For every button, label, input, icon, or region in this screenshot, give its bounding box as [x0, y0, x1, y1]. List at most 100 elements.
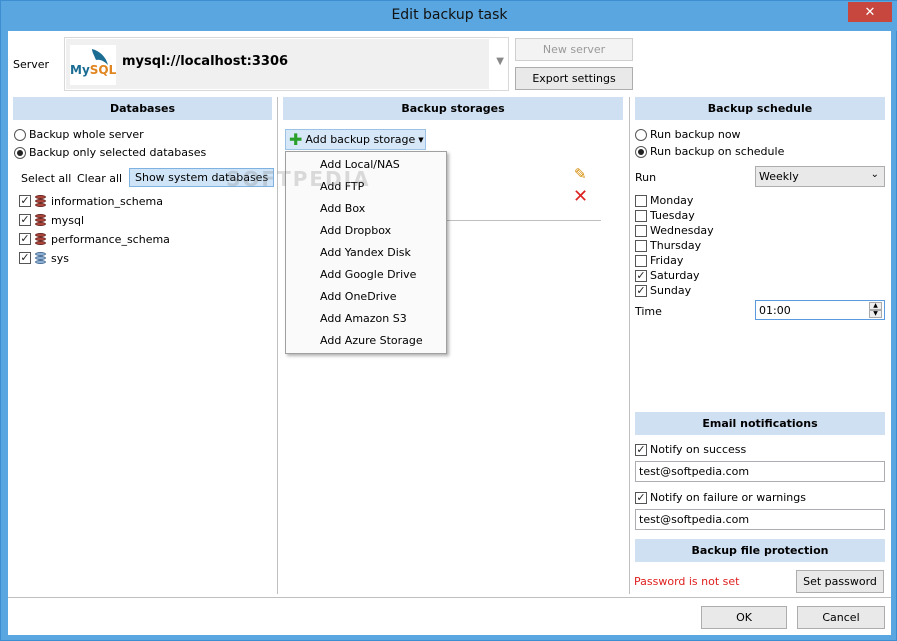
export-settings-button[interactable]: Export settings	[515, 67, 633, 90]
database-icon	[34, 232, 48, 246]
radio-unchecked-icon[interactable]	[14, 128, 26, 141]
day-wednesday[interactable]: Wednesday	[635, 224, 714, 237]
option-label: Run backup on schedule	[650, 145, 785, 158]
checkbox-unchecked-icon[interactable]	[635, 254, 647, 267]
divider	[277, 97, 278, 594]
success-email-field[interactable]: test@softpedia.com	[635, 461, 885, 482]
checkbox-checked-icon[interactable]: ✓	[635, 491, 647, 504]
menu-item-google-drive[interactable]: Add Google Drive	[320, 268, 416, 281]
day-saturday[interactable]: ✓ Saturday	[635, 269, 700, 282]
edit-backup-task-window: Edit backup task ✕ Server MySQL mysql://…	[0, 0, 897, 641]
backup-storages-header: Backup storages	[283, 97, 623, 120]
run-backup-now-option[interactable]: Run backup now	[635, 128, 741, 141]
backup-schedule-header: Backup schedule	[635, 97, 885, 120]
spin-down-icon[interactable]: ▼	[869, 310, 882, 318]
failure-email-value: test@softpedia.com	[639, 513, 750, 526]
day-tuesday[interactable]: Tuesday	[635, 209, 695, 222]
show-system-databases-button[interactable]: Show system databases	[129, 168, 275, 187]
day-sunday[interactable]: ✓ Sunday	[635, 284, 691, 297]
time-input[interactable]: 01:00 ▲ ▼	[755, 300, 885, 320]
checkbox-unchecked-icon[interactable]	[635, 194, 647, 207]
password-status: Password is not set	[634, 575, 740, 588]
database-name: mysql	[51, 213, 84, 227]
title-bar[interactable]: Edit backup task ✕	[1, 1, 897, 31]
window-title: Edit backup task	[391, 7, 508, 23]
set-password-button[interactable]: Set password	[796, 570, 884, 593]
radio-checked-icon[interactable]	[14, 146, 26, 159]
cancel-button[interactable]: Cancel	[797, 606, 885, 629]
option-label: Backup only selected databases	[29, 146, 207, 159]
notify-on-success-checkbox[interactable]: ✓ Notify on success	[635, 443, 746, 456]
menu-item-yandex-disk[interactable]: Add Yandex Disk	[320, 246, 411, 259]
plus-icon: ✚	[289, 129, 303, 149]
checkbox-unchecked-icon[interactable]	[635, 224, 647, 237]
day-label: Monday	[650, 194, 694, 207]
run-label: Run	[635, 171, 657, 184]
day-monday[interactable]: Monday	[635, 194, 693, 207]
menu-item-azure-storage[interactable]: Add Azure Storage	[320, 334, 423, 347]
add-backup-storage-button[interactable]: ✚ Add backup storage ▼	[285, 129, 426, 150]
checkbox-checked-icon[interactable]: ✓	[19, 214, 31, 226]
run-frequency-value: Weekly	[759, 170, 799, 183]
run-backup-on-schedule-option[interactable]: Run backup on schedule	[635, 145, 784, 158]
backup-selected-databases-option[interactable]: Backup only selected databases	[14, 146, 206, 159]
database-name: information_schema	[51, 194, 163, 208]
day-label: Tuesday	[650, 209, 695, 222]
radio-unchecked-icon[interactable]	[635, 128, 647, 141]
database-item[interactable]: ✓ mysql	[19, 213, 84, 227]
chevron-down-icon: ⌄	[870, 169, 879, 180]
ok-button[interactable]: OK	[701, 606, 787, 629]
day-label: Saturday	[650, 269, 700, 282]
server-selector[interactable]: MySQL mysql://localhost:3306 ▼	[64, 37, 509, 91]
day-friday[interactable]: Friday	[635, 254, 683, 267]
time-spinner[interactable]: ▲ ▼	[869, 302, 882, 318]
clear-all-button[interactable]: Clear all	[77, 172, 122, 185]
option-label: Backup whole server	[29, 128, 144, 141]
delete-x-icon[interactable]: ✕	[573, 186, 588, 207]
database-icon	[34, 251, 48, 265]
checkbox-unchecked-icon[interactable]	[635, 209, 647, 222]
run-frequency-select[interactable]: Weekly ⌄	[755, 166, 885, 187]
dropdown-arrow-icon: ▼	[418, 135, 424, 144]
database-item[interactable]: ✓ performance_schema	[19, 232, 170, 246]
logo-my-text: My	[70, 63, 90, 77]
checkbox-label: Notify on failure or warnings	[650, 491, 806, 504]
failure-email-field[interactable]: test@softpedia.com	[635, 509, 885, 530]
checkbox-checked-icon[interactable]: ✓	[19, 252, 31, 264]
edit-pencil-icon[interactable]: ✎	[574, 165, 587, 183]
database-icon	[34, 194, 48, 208]
checkbox-checked-icon[interactable]: ✓	[19, 233, 31, 245]
menu-item-amazon-s3[interactable]: Add Amazon S3	[320, 312, 407, 325]
checkbox-checked-icon[interactable]: ✓	[19, 195, 31, 207]
database-name: performance_schema	[51, 232, 170, 246]
email-notifications-header: Email notifications	[635, 412, 885, 435]
checkbox-unchecked-icon[interactable]	[635, 239, 647, 252]
mysql-logo-icon: MySQL	[70, 45, 116, 85]
radio-checked-icon[interactable]	[635, 145, 647, 158]
server-url: mysql://localhost:3306	[122, 54, 289, 69]
menu-item-local-nas[interactable]: Add Local/NAS	[320, 158, 400, 171]
menu-item-ftp[interactable]: Add FTP	[320, 180, 364, 193]
database-item[interactable]: ✓ information_schema	[19, 194, 163, 208]
close-button[interactable]: ✕	[848, 2, 892, 22]
databases-header: Databases	[13, 97, 272, 120]
divider	[8, 597, 891, 598]
select-all-button[interactable]: Select all	[21, 172, 71, 185]
chevron-down-icon[interactable]: ▼	[496, 56, 504, 67]
backup-whole-server-option[interactable]: Backup whole server	[14, 128, 144, 141]
spin-up-icon[interactable]: ▲	[869, 302, 882, 310]
checkbox-checked-icon[interactable]: ✓	[635, 443, 647, 456]
checkbox-checked-icon[interactable]: ✓	[635, 284, 647, 297]
database-icon	[34, 213, 48, 227]
menu-item-dropbox[interactable]: Add Dropbox	[320, 224, 391, 237]
checkbox-checked-icon[interactable]: ✓	[635, 269, 647, 282]
database-item[interactable]: ✓ sys	[19, 251, 69, 265]
checkbox-label: Notify on success	[650, 443, 747, 456]
day-thursday[interactable]: Thursday	[635, 239, 701, 252]
server-label: Server	[13, 58, 50, 71]
new-server-button[interactable]: New server	[515, 38, 633, 61]
menu-item-onedrive[interactable]: Add OneDrive	[320, 290, 397, 303]
notify-on-failure-checkbox[interactable]: ✓ Notify on failure or warnings	[635, 491, 806, 504]
time-value: 01:00	[759, 303, 791, 317]
menu-item-box[interactable]: Add Box	[320, 202, 365, 215]
